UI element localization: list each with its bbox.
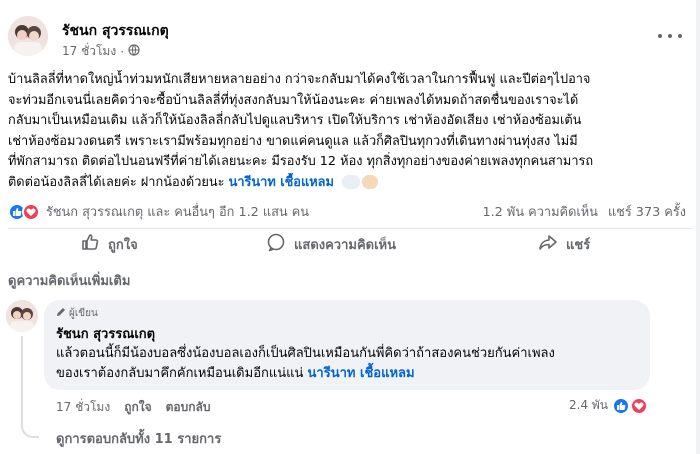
post-actions-bar: ถูกใจ แสดงความคิดเห็น แชร์ [8,228,692,256]
comment-reaction-count: 2.4 พัน [569,398,609,412]
post-body-line: ที่พักสามารถ ติดต่อไปนอนฟรีที่ค่ายได้เลย… [8,154,594,169]
comment-time[interactable]: 17 ชั่วโมง [56,398,110,417]
post-body-last-line: ติดต่อน้องลิลลี่ได้เลยค่ะ ฝากน้องด้วยนะ … [8,173,694,194]
comments-count-link[interactable]: 1.2 พัน ความคิดเห็น [482,201,597,222]
comment-text-line: ของเราต้องกลับมาคึกคักเหมือนเดิมอีกแน่แน… [56,364,555,384]
post-time[interactable]: 17 ชั่วโมง [62,42,116,61]
thumbs-up-icon [80,232,100,256]
post-header: รัชนก สุวรรณเกตุ 17 ชั่วโมง · [8,14,692,64]
comment-text-line: แล้วตอนนี้ก็มีน้องบอลซึ่งน้องบอลเองก็เป็… [56,346,555,361]
author-badge-label: ผู้เขียน [69,308,98,319]
post-body: บ้านลิลลี่ที่หาดใหญ่น้ำท่วมหนักเสียหายหล… [8,70,694,193]
view-more-comments-link[interactable]: ดูความคิดเห็นเพิ่มเติม [8,270,130,291]
comment-actions: 17 ชั่วโมง ถูกใจ ตอบกลับ [56,398,210,417]
meta-separator: · [120,44,125,59]
post-body-line: กลับมาเป็นเหมือนเดิม แล้วก็ให้น้องลิลลี่… [8,113,582,128]
globe-icon [128,44,140,59]
flex-emoji-icon [362,175,379,189]
comment-text: แล้วตอนนี้ก็มีน้องบอลซึ่งน้องบอลเองก็เป็… [56,344,555,384]
author-avatar[interactable] [8,16,48,56]
scrollbar-track[interactable] [696,0,700,454]
reactions-text: รัชนก สุวรรณเกตุ และ คนอื่นๆ อีก 1.2 แสน… [46,205,310,220]
comment-author-avatar[interactable] [6,300,38,332]
comment-bubble: ผู้เขียน รัชนก สุวรรณเกตุ แล้วตอนนี้ก็มี… [44,300,650,390]
view-replies-link[interactable]: ดูการตอบกลับทั้ง 11 รายการ [56,428,221,449]
comment-button-label: แสดงความคิดเห็น [294,237,397,253]
love-reaction-icon [22,202,40,221]
reactions-summary[interactable]: รัชนก สุวรรณเกตุ และ คนอื่นๆ อีก 1.2 แสน… [8,201,309,222]
post-mention-link[interactable]: นารีนาท เชื้อแหลม [229,175,334,190]
like-button[interactable]: ถูกใจ [80,232,138,256]
share-arrow-icon [538,232,558,256]
author-badge: ผู้เขียน [56,306,98,321]
like-button-label: ถูกใจ [108,237,138,253]
post-body-text: ติดต่อน้องลิลลี่ได้เลยค่ะ ฝากน้องด้วยนะ [8,174,225,190]
more-dot [678,34,682,38]
post-author-name[interactable]: รัชนก สุวรรณเกตุ [62,20,169,42]
engagement-counts: 1.2 พัน ความคิดเห็น แชร์ 373 ครั้ง [482,201,686,222]
comment-author-name[interactable]: รัชนก สุวรรณเกตุ [56,323,155,344]
pencil-icon [56,307,66,320]
reply-thread-line [21,336,39,438]
post-stats: รัชนก สุวรรณเกตุ และ คนอื่นๆ อีก 1.2 แสน… [8,200,694,222]
post-meta: 17 ชั่วโมง · [62,42,140,61]
post-body-line: บ้านลิลลี่ที่หาดใหญ่น้ำท่วมหนักเสียหายหล… [8,72,591,87]
share-button[interactable]: แชร์ [538,232,590,256]
shares-count-link[interactable]: แชร์ 373 ครั้ง [608,201,686,222]
more-horizontal-icon [658,34,662,38]
post-body-line: เช่าห้องซ้อมวงดนตรี เพราะเรามีพร้อมทุกอย… [8,133,578,149]
more-options-button[interactable] [658,28,682,44]
comment-reactions[interactable]: 2.4 พัน [569,396,649,415]
comment-mention-link[interactable]: นารีนาท เชื้อแหลม [308,366,415,381]
comment-text-fragment: ของเราต้องกลับมาคึกคักเหมือนเดิมอีกแน่แน… [56,366,304,381]
post-body-line: จะท่วมอีกเจนนี่เลยคิดว่าจะซื้อบ้านลิลลี่… [8,92,579,108]
share-button-label: แชร์ [566,237,591,253]
love-reaction-icon [630,396,649,415]
smile-emoji-icon [342,175,361,189]
comment-bubble-icon [266,232,286,256]
comment-button[interactable]: แสดงความคิดเห็น [266,232,396,256]
comment-reply-button[interactable]: ตอบกลับ [166,398,211,417]
comment-like-button[interactable]: ถูกใจ [124,398,151,417]
more-dot [668,34,672,38]
like-reaction-icon [612,396,631,415]
emoji-icon [342,175,379,189]
